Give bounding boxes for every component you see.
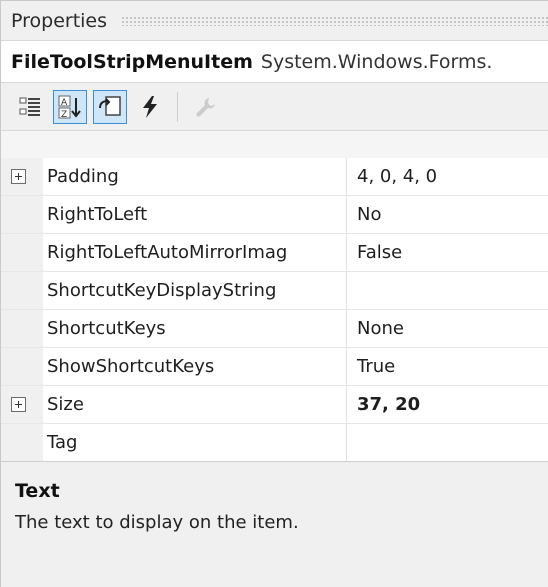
property-row[interactable]: Size 37, 20: [1, 386, 548, 424]
property-name: Padding: [43, 158, 347, 195]
row-gutter: [1, 348, 43, 385]
object-type: System.Windows.Forms.: [260, 50, 493, 73]
property-row[interactable]: RightToLeftAutoMirrorImag False: [1, 234, 548, 272]
property-name: ShortcutKeys: [43, 310, 347, 347]
property-row[interactable]: ShortcutKeys None: [1, 310, 548, 348]
property-value[interactable]: [347, 272, 548, 309]
categorized-button[interactable]: [13, 90, 47, 124]
drag-grip[interactable]: [121, 15, 548, 26]
expand-plus-icon[interactable]: [11, 169, 26, 184]
row-gutter: [1, 234, 43, 271]
properties-button[interactable]: [93, 89, 127, 124]
events-button[interactable]: [133, 90, 167, 124]
svg-text:A: A: [61, 98, 68, 108]
properties-window: Properties FileToolStripMenuItem System.…: [0, 0, 548, 587]
property-value[interactable]: False: [347, 234, 548, 271]
property-value[interactable]: [347, 424, 548, 461]
property-row[interactable]: RightToLeft No: [1, 196, 548, 234]
property-value[interactable]: True: [347, 348, 548, 385]
properties-toolbar: A Z: [1, 83, 548, 131]
property-name: ShowShortcutKeys: [43, 348, 347, 385]
row-gutter: [1, 310, 43, 347]
property-row[interactable]: Padding 4, 0, 4, 0: [1, 158, 548, 196]
alphabetical-icon: A Z: [58, 95, 81, 120]
row-gutter: [1, 196, 43, 233]
row-gutter: [1, 158, 43, 195]
events-lightning-icon: [143, 95, 157, 118]
property-name: RightToLeft: [43, 196, 347, 233]
property-row[interactable]: Tag: [1, 424, 548, 462]
property-row[interactable]: ShortcutKeyDisplayString: [1, 272, 548, 310]
toolbar-separator: [177, 91, 178, 122]
object-name: FileToolStripMenuItem: [11, 50, 253, 73]
property-value[interactable]: 37, 20: [347, 386, 548, 423]
property-row[interactable]: ShowShortcutKeys True: [1, 348, 548, 386]
description-title: Text: [15, 480, 60, 502]
row-gutter: [1, 424, 43, 461]
svg-text:Z: Z: [61, 110, 67, 120]
property-value[interactable]: None: [347, 310, 548, 347]
window-title: Properties: [11, 9, 108, 32]
row-gutter: [1, 272, 43, 309]
categorized-icon: [19, 97, 40, 116]
property-value[interactable]: 4, 0, 4, 0: [347, 158, 548, 195]
property-name: ShortcutKeyDisplayString: [43, 272, 347, 309]
property-pages-button[interactable]: [188, 90, 222, 124]
description-text: The text to display on the item.: [15, 512, 299, 533]
description-pane: Text The text to display on the item.: [1, 461, 548, 587]
property-name: Size: [43, 386, 347, 423]
property-pages-wrench-icon: [196, 97, 215, 117]
alphabetical-button[interactable]: A Z: [53, 89, 87, 124]
property-grid: Padding 4, 0, 4, 0 RightToLeft No RightToLef…: [1, 158, 548, 500]
title-bar[interactable]: Properties: [1, 1, 548, 41]
property-name: RightToLeftAutoMirrorImag: [43, 234, 347, 271]
properties-icon: [99, 95, 121, 116]
property-value[interactable]: No: [347, 196, 548, 233]
expand-plus-icon[interactable]: [11, 397, 26, 412]
object-selector[interactable]: FileToolStripMenuItem System.Windows.For…: [1, 41, 548, 83]
row-gutter: [1, 386, 43, 423]
property-name: Tag: [43, 424, 347, 461]
